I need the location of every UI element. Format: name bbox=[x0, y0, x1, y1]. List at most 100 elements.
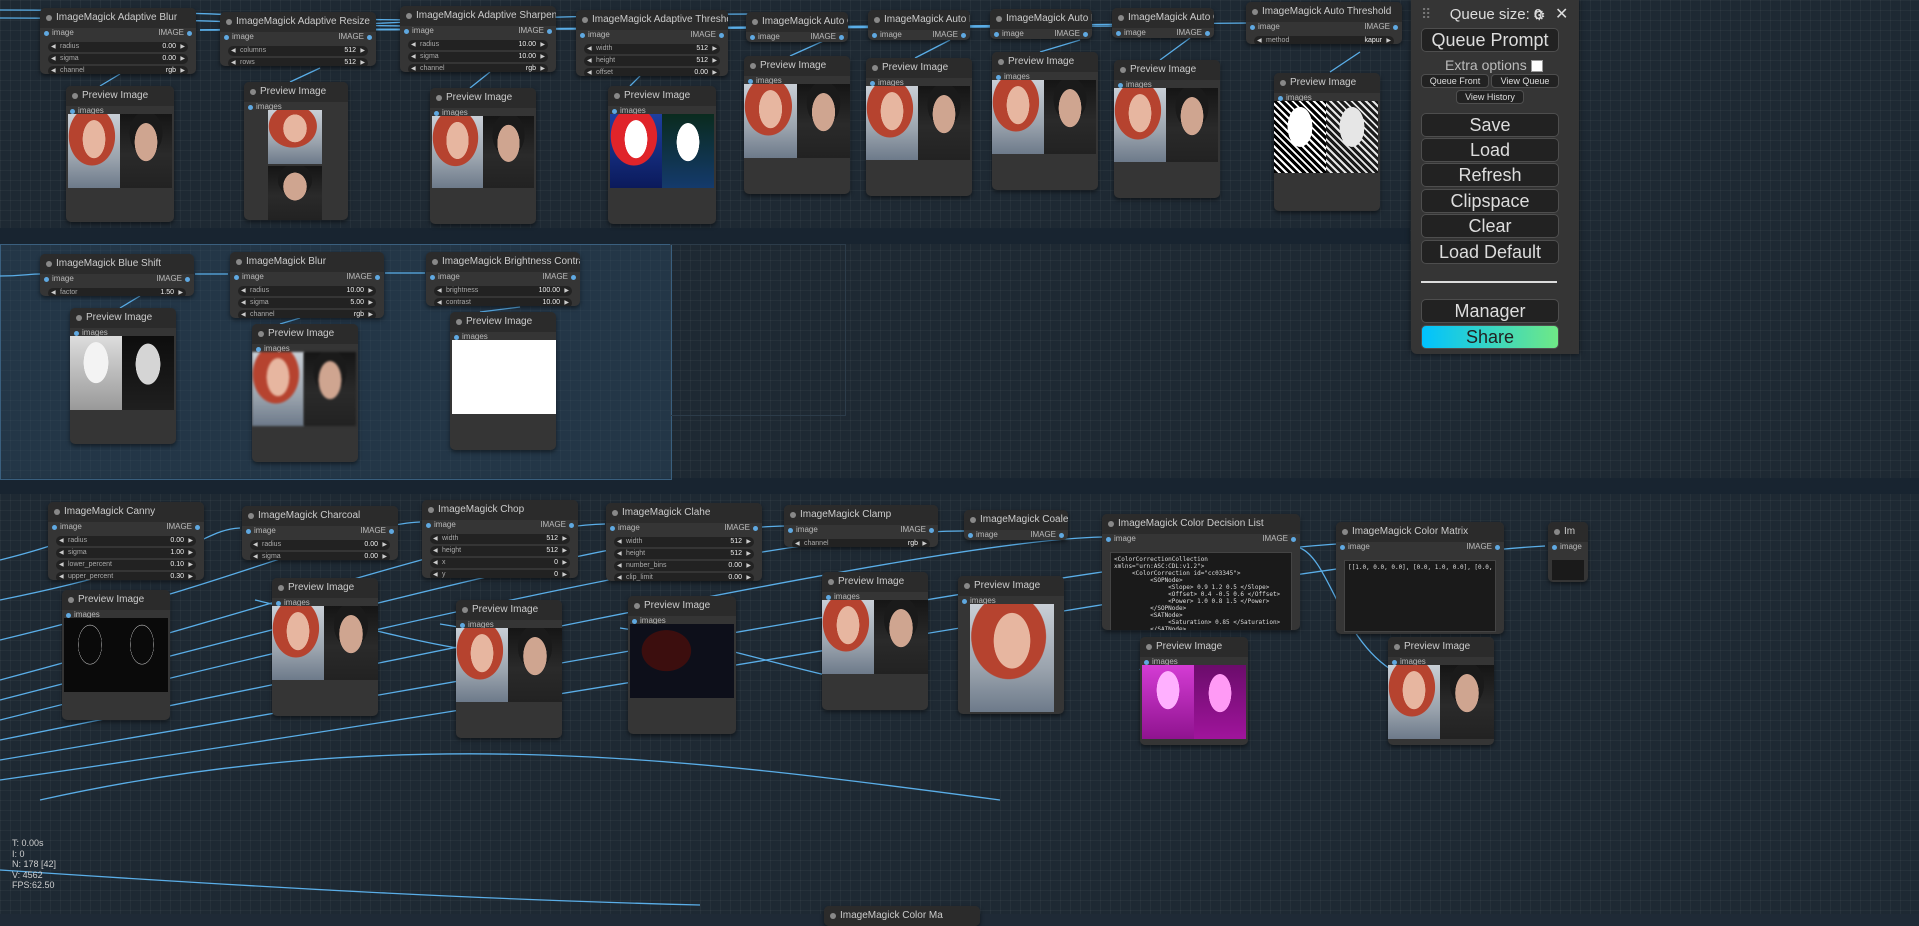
widget-height[interactable]: height 512 bbox=[430, 546, 570, 556]
node-title[interactable]: ImageMagick Adaptive Blur bbox=[40, 8, 196, 28]
node-title[interactable]: ImageMagick Auto Threshold bbox=[1246, 2, 1402, 22]
extra-options-toggle[interactable]: Extra options bbox=[1445, 57, 1543, 73]
widget-channel[interactable]: channel rgb bbox=[48, 66, 188, 74]
node-preview-image[interactable]: Preview Image images bbox=[1388, 637, 1494, 745]
node-auto-threshold[interactable]: ImageMagick Auto Threshold image IMAGE me… bbox=[1246, 2, 1402, 44]
input-image[interactable]: image bbox=[44, 28, 74, 37]
node-title[interactable]: ImageMagick Color Matrix bbox=[1336, 522, 1504, 542]
node-blue-shift[interactable]: ImageMagick Blue Shift image IMAGE factor… bbox=[40, 254, 194, 296]
output-image[interactable]: IMAGE bbox=[542, 272, 576, 281]
widget-y[interactable]: y0 bbox=[430, 570, 570, 578]
node-title[interactable]: ImageMagick Brightness Contrast bbox=[426, 252, 580, 272]
node-title[interactable]: ImageMagick Coalesce bbox=[964, 510, 1068, 530]
widget-channel[interactable]: channel rgb bbox=[792, 539, 930, 547]
node-auto-orient[interactable]: ImageMagick Auto Orient image IMAGE bbox=[1112, 8, 1214, 38]
node-blur[interactable]: ImageMagick Blur imageIMAGE radius10.00 … bbox=[230, 252, 384, 318]
node-title[interactable]: ImageMagick Blur bbox=[230, 252, 384, 272]
node-title[interactable]: ImageMagick Color Ma bbox=[824, 906, 980, 926]
load-button[interactable]: Load bbox=[1421, 138, 1559, 162]
save-button[interactable]: Save bbox=[1421, 113, 1559, 137]
node-title[interactable]: Preview Image bbox=[744, 56, 850, 76]
input-image[interactable]: image bbox=[1250, 22, 1280, 31]
node-preview-image[interactable]: Preview Image images bbox=[992, 52, 1098, 190]
node-preview-image[interactable]: Preview Image images bbox=[1274, 73, 1380, 211]
output-image[interactable]: IMAGE bbox=[338, 32, 372, 41]
manager-button[interactable]: Manager bbox=[1421, 299, 1559, 323]
output-image[interactable]: IMAGE bbox=[1262, 534, 1296, 543]
widget-radius[interactable]: radius 10.00 bbox=[408, 40, 548, 50]
close-icon[interactable]: ✕ bbox=[1555, 4, 1568, 24]
node-title[interactable]: Preview Image bbox=[430, 88, 536, 108]
node-title[interactable]: Preview Image bbox=[1274, 73, 1380, 93]
output-image[interactable]: IMAGE bbox=[158, 28, 192, 37]
node-title[interactable]: Preview Image bbox=[272, 578, 378, 598]
node-title[interactable]: Preview Image bbox=[252, 324, 358, 344]
cdl-text-input[interactable]: <ColorCorrectionCollection xmlns="urn:AS… bbox=[1110, 552, 1292, 630]
node-preview-image[interactable]: Preview Image images bbox=[62, 590, 170, 720]
node-title[interactable]: Preview Image bbox=[628, 596, 736, 616]
node-title[interactable]: Im bbox=[1548, 522, 1588, 542]
output-image[interactable]: IMAGE bbox=[360, 526, 394, 535]
output-image[interactable]: IMAGE bbox=[156, 274, 190, 283]
input-image[interactable]: image bbox=[430, 272, 460, 281]
input-image[interactable]: image bbox=[610, 523, 640, 532]
widget-number-bins[interactable]: number_bins 0.00 bbox=[614, 561, 754, 571]
input-image[interactable]: image bbox=[404, 26, 434, 35]
node-preview-image[interactable]: Preview Image images bbox=[1114, 60, 1220, 198]
input-image[interactable]: image bbox=[246, 526, 276, 535]
input-image[interactable]: image bbox=[1340, 542, 1370, 551]
node-color-matrix[interactable]: ImageMagick Color Matrix image IMAGE [[1.… bbox=[1336, 522, 1504, 634]
node-coalesce[interactable]: ImageMagick Coalesce image IMAGE bbox=[964, 510, 1068, 540]
node-title[interactable]: ImageMagick Canny bbox=[48, 502, 204, 522]
widget-lower-percent[interactable]: lower_percent 0.10 bbox=[56, 560, 196, 570]
widget-width[interactable]: width 512 bbox=[430, 534, 570, 544]
node-preview-image[interactable]: Preview Image images bbox=[430, 88, 536, 224]
node-preview-image[interactable]: Preview Image images bbox=[456, 600, 562, 738]
gear-icon[interactable]: ⚙ bbox=[1533, 7, 1546, 24]
output-image[interactable]: IMAGE bbox=[166, 522, 200, 531]
node-preview-image[interactable]: Preview Image images bbox=[70, 308, 176, 444]
load-default-button[interactable]: Load Default bbox=[1421, 240, 1559, 264]
widget-radius[interactable]: radius 10.00 bbox=[238, 286, 376, 296]
node-title[interactable]: Preview Image bbox=[1114, 60, 1220, 80]
node-title[interactable]: Preview Image bbox=[450, 312, 556, 332]
widget-sigma[interactable]: sigma 1.00 bbox=[56, 548, 196, 558]
node-preview-image[interactable]: Preview Image images bbox=[1140, 637, 1248, 745]
input-image[interactable]: image bbox=[994, 29, 1024, 38]
node-adaptive-resize[interactable]: ImageMagick Adaptive Resize image IMAGE c… bbox=[220, 12, 376, 66]
widget-brightness[interactable]: brightness 100.00 bbox=[434, 286, 572, 296]
node-title[interactable]: Preview Image bbox=[1140, 637, 1248, 657]
widget-rows[interactable]: rows 512 bbox=[228, 58, 368, 66]
output-image[interactable]: IMAGE bbox=[540, 520, 574, 529]
node-title[interactable]: Preview Image bbox=[66, 86, 174, 106]
node-brightness-contrast[interactable]: ImageMagick Brightness Contrast image IMA… bbox=[426, 252, 580, 306]
input-image[interactable]: image bbox=[426, 520, 456, 529]
node-title[interactable]: Preview Image bbox=[1388, 637, 1494, 657]
node-title[interactable]: Preview Image bbox=[244, 82, 348, 102]
widget-sigma[interactable]: sigma 0.00 bbox=[250, 552, 390, 560]
widget-channel[interactable]: channel rgb bbox=[408, 64, 548, 72]
queue-front-button[interactable]: Queue Front bbox=[1421, 74, 1489, 88]
widget-sigma[interactable]: sigma 10.00 bbox=[408, 52, 548, 62]
output-image[interactable]: IMAGE bbox=[1176, 28, 1210, 37]
queue-prompt-button[interactable]: Queue Prompt bbox=[1421, 28, 1559, 52]
output-image[interactable]: IMAGE bbox=[810, 32, 844, 41]
node-title[interactable]: ImageMagick Adaptive Resize bbox=[220, 12, 376, 32]
node-clahe[interactable]: ImageMagick Clahe image IMAGE width 512 he… bbox=[606, 503, 762, 581]
widget-clip-limit[interactable]: clip_limit 0.00 bbox=[614, 573, 754, 581]
input-image[interactable]: image bbox=[750, 32, 780, 41]
widget-radius[interactable]: radius 0.00 bbox=[48, 42, 188, 52]
node-preview-image[interactable]: Preview Image images bbox=[450, 312, 556, 450]
output-image[interactable]: IMAGE bbox=[1030, 530, 1064, 539]
node-title[interactable]: ImageMagick Auto Gamma bbox=[746, 12, 848, 32]
partial-text-input[interactable] bbox=[1552, 560, 1584, 580]
input-image[interactable]: image bbox=[788, 525, 818, 534]
node-title[interactable]: Preview Image bbox=[958, 576, 1064, 596]
node-title[interactable]: Preview Image bbox=[866, 58, 972, 78]
output-image[interactable]: IMAGE bbox=[1466, 542, 1500, 551]
widget-x[interactable]: x0 bbox=[430, 558, 570, 568]
node-preview-image[interactable]: Preview Image images bbox=[822, 572, 928, 710]
node-title[interactable]: Preview Image bbox=[992, 52, 1098, 72]
node-preview-image[interactable]: Preview Image images bbox=[244, 82, 348, 220]
node-partial-right[interactable]: Im image bbox=[1548, 522, 1588, 582]
